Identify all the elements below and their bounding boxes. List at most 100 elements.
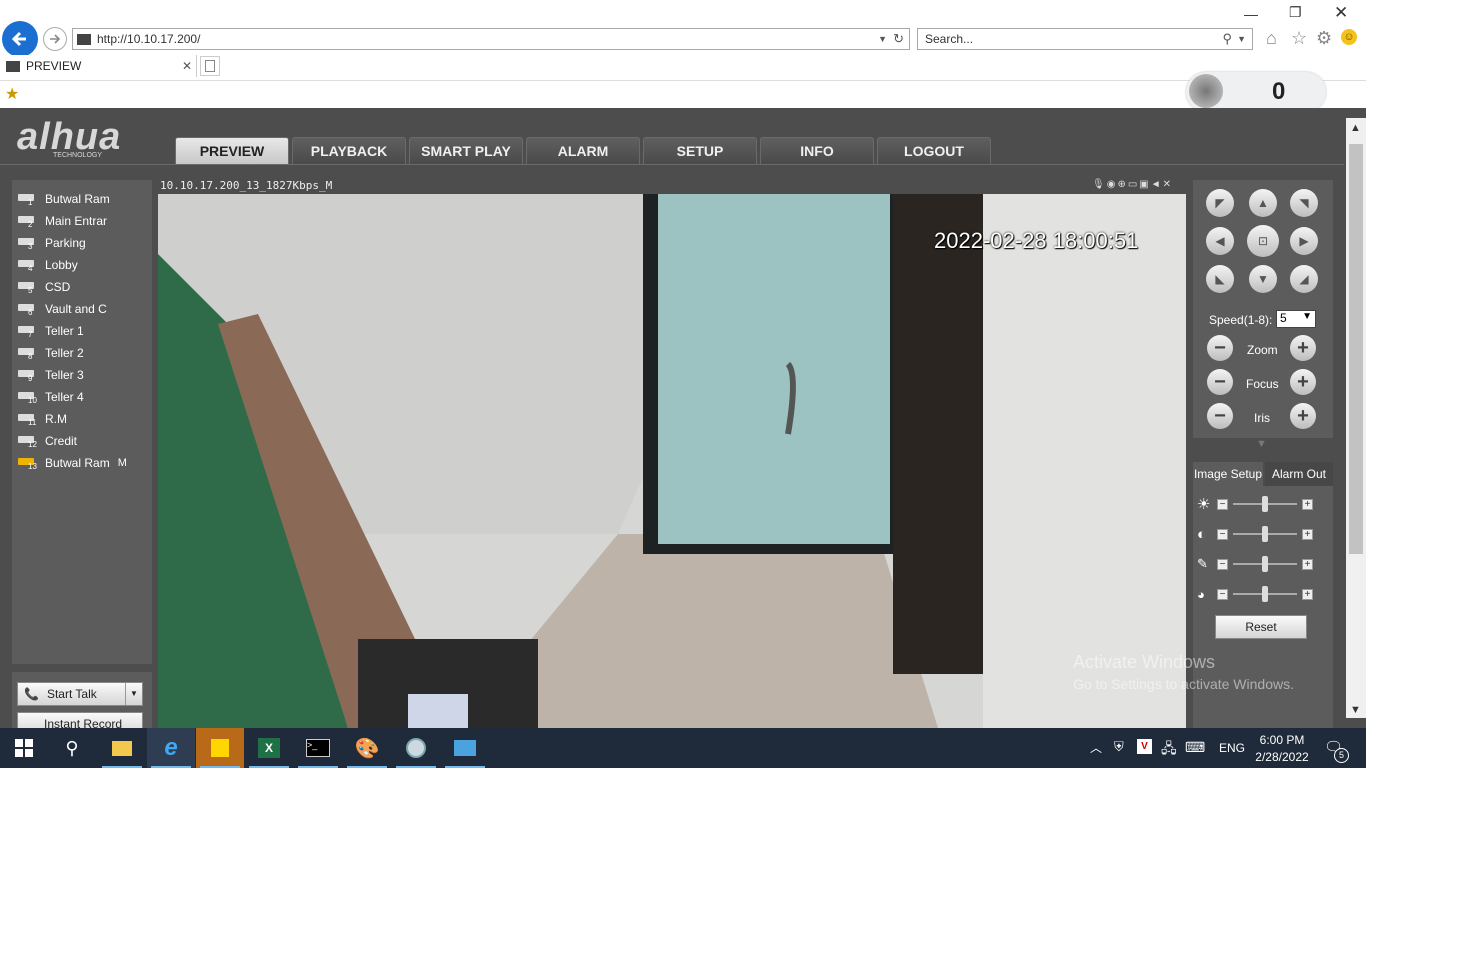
snapshot-icon[interactable]: ▭ xyxy=(1128,179,1139,190)
tab-logout[interactable]: LOGOUT xyxy=(877,137,991,165)
new-tab-button[interactable] xyxy=(200,56,220,76)
refresh-icon[interactable]: ↻ xyxy=(893,31,904,47)
network-tray-icon[interactable]: 🖧 xyxy=(1161,738,1177,762)
search-dropdown-icon[interactable]: ▼ xyxy=(1237,34,1246,44)
camera-item-11[interactable]: 11 R.M xyxy=(12,408,152,430)
collapse-arrow-icon[interactable]: ▼ xyxy=(1256,438,1267,450)
camera-item-9[interactable]: 9 Teller 3 xyxy=(12,364,152,386)
close-icon[interactable]: ✕ xyxy=(1334,3,1348,23)
back-button[interactable] xyxy=(2,21,38,57)
iris-open-button[interactable]: + xyxy=(1290,403,1316,429)
camera-item-8[interactable]: 8 Teller 2 xyxy=(12,342,152,364)
minimize-icon[interactable]: — xyxy=(1244,6,1258,22)
camera-item-10[interactable]: 10 Teller 4 xyxy=(12,386,152,408)
contrast-track[interactable] xyxy=(1233,526,1297,542)
scroll-up-icon[interactable]: ▲ xyxy=(1350,122,1361,134)
sticky-notes-button[interactable] xyxy=(196,728,244,768)
scroll-down-icon[interactable]: ▼ xyxy=(1350,704,1361,716)
tab-playback[interactable]: PLAYBACK xyxy=(292,137,406,165)
file-explorer-button[interactable] xyxy=(98,728,146,768)
zoom-in-button[interactable]: + xyxy=(1290,335,1316,361)
record-icon[interactable]: ▣ xyxy=(1139,179,1150,190)
camera-item-2[interactable]: 2 Main Entrar xyxy=(12,210,152,232)
saturation-track[interactable] xyxy=(1233,556,1297,572)
saturation-thumb[interactable] xyxy=(1262,556,1268,572)
talk-dropdown-icon[interactable]: ▼ xyxy=(125,683,142,705)
restore-icon[interactable]: ❐ xyxy=(1289,4,1302,21)
focus-in-button[interactable]: + xyxy=(1290,369,1316,395)
internet-explorer-button[interactable]: e xyxy=(147,728,195,768)
address-bar[interactable]: http://10.10.17.200/ ▼ ↻ xyxy=(72,28,910,50)
zoom-out-button[interactable]: − xyxy=(1207,335,1233,361)
zoom-video-icon[interactable]: ⊕ xyxy=(1117,179,1127,190)
focus-out-button[interactable]: − xyxy=(1207,369,1233,395)
ptz-left-button[interactable]: ◀ xyxy=(1206,227,1234,255)
video-feed[interactable]: 2022-02-28 18:00:51 xyxy=(158,194,1186,728)
tab-image-setup[interactable]: Image Setup xyxy=(1193,462,1263,486)
hue-plus[interactable]: + xyxy=(1302,588,1313,600)
tab-alarm-out[interactable]: Alarm Out xyxy=(1265,462,1333,486)
tab-alarm[interactable]: ALARM xyxy=(526,137,640,165)
brightness-track[interactable] xyxy=(1233,496,1297,512)
tab-preview[interactable]: PREVIEW ✕ xyxy=(0,55,197,77)
instant-record-button[interactable]: Instant Record xyxy=(17,712,143,728)
camera-item-4[interactable]: 4 Lobby xyxy=(12,254,152,276)
ptz-up-left-button[interactable]: ◤ xyxy=(1206,189,1234,217)
tab-close-icon[interactable]: ✕ xyxy=(182,59,192,73)
contrast-thumb[interactable] xyxy=(1262,526,1268,542)
camera-item-6[interactable]: 6 Vault and C xyxy=(12,298,152,320)
camera-item-5[interactable]: 5 CSD xyxy=(12,276,152,298)
forward-button[interactable] xyxy=(43,27,67,51)
ptz-down-right-button[interactable]: ◢ xyxy=(1290,265,1318,293)
tab-preview-nav[interactable]: PREVIEW xyxy=(175,137,289,165)
excel-button[interactable]: X xyxy=(245,728,293,768)
hue-minus[interactable]: − xyxy=(1217,588,1228,600)
speed-select[interactable]: 5 ▼ xyxy=(1276,310,1316,328)
saturation-minus[interactable]: − xyxy=(1217,558,1228,570)
add-favorites-icon[interactable]: ★ xyxy=(5,84,19,104)
language-indicator[interactable]: ENG xyxy=(1219,741,1245,755)
tab-setup[interactable]: SETUP xyxy=(643,137,757,165)
search-field[interactable]: Search... ⚲ ▼ xyxy=(917,28,1253,50)
smartpss-button[interactable] xyxy=(392,728,440,768)
camera-item-7[interactable]: 7 Teller 1 xyxy=(12,320,152,342)
camera-item-12[interactable]: 12 Credit xyxy=(12,430,152,452)
search-taskbar-button[interactable]: ⚲ xyxy=(48,728,96,768)
favorites-star-icon[interactable]: ☆ xyxy=(1291,28,1307,49)
scroll-thumb[interactable] xyxy=(1349,144,1363,554)
brightness-minus[interactable]: − xyxy=(1217,498,1228,510)
home-icon[interactable]: ⌂ xyxy=(1266,28,1277,49)
hue-thumb[interactable] xyxy=(1262,586,1268,602)
start-talk-button[interactable]: 📞 Start Talk ▼ xyxy=(17,682,143,706)
tab-smart-play[interactable]: SMART PLAY xyxy=(409,137,523,165)
keyboard-tray-icon[interactable]: ⌨ xyxy=(1185,739,1205,756)
ptz-down-left-button[interactable]: ◣ xyxy=(1206,265,1234,293)
paint-button[interactable]: 🎨 xyxy=(343,728,391,768)
clock[interactable]: 6:00 PM 2/28/2022 xyxy=(1252,732,1312,766)
contrast-plus[interactable]: + xyxy=(1302,528,1313,540)
hue-track[interactable] xyxy=(1233,586,1297,602)
security-tray-icon[interactable]: ⛨ xyxy=(1114,739,1124,755)
ptz-right-button[interactable]: ▶ xyxy=(1290,227,1318,255)
brightness-plus[interactable]: + xyxy=(1302,498,1313,510)
camera-item-3[interactable]: 3 Parking xyxy=(12,232,152,254)
page-scrollbar[interactable]: ▲ ▼ xyxy=(1346,118,1366,718)
audio-icon[interactable]: 🎙 xyxy=(1092,179,1107,190)
start-button[interactable] xyxy=(0,728,48,768)
saturation-plus[interactable]: + xyxy=(1302,558,1313,570)
close-video-icon[interactable]: ✕ xyxy=(1163,179,1173,190)
volume-icon[interactable]: ◄ xyxy=(1151,179,1163,190)
gear-icon[interactable]: ⚙ xyxy=(1316,28,1332,49)
tab-info[interactable]: INFO xyxy=(760,137,874,165)
contrast-minus[interactable]: − xyxy=(1217,528,1228,540)
remote-desktop-button[interactable] xyxy=(441,728,489,768)
ptz-down-button[interactable]: ▼ xyxy=(1249,265,1277,293)
ptz-center-button[interactable]: ⊡ xyxy=(1247,225,1279,257)
eye-icon[interactable]: ◉ xyxy=(1107,179,1118,190)
dropdown-icon[interactable]: ▼ xyxy=(878,34,887,44)
microphone-icon[interactable] xyxy=(1189,74,1223,108)
action-center-button[interactable]: 🗨 5 xyxy=(1324,738,1349,763)
command-prompt-button[interactable]: >_ xyxy=(294,728,342,768)
vmware-tray-icon[interactable]: V xyxy=(1137,739,1152,754)
ptz-up-right-button[interactable]: ◥ xyxy=(1290,189,1318,217)
